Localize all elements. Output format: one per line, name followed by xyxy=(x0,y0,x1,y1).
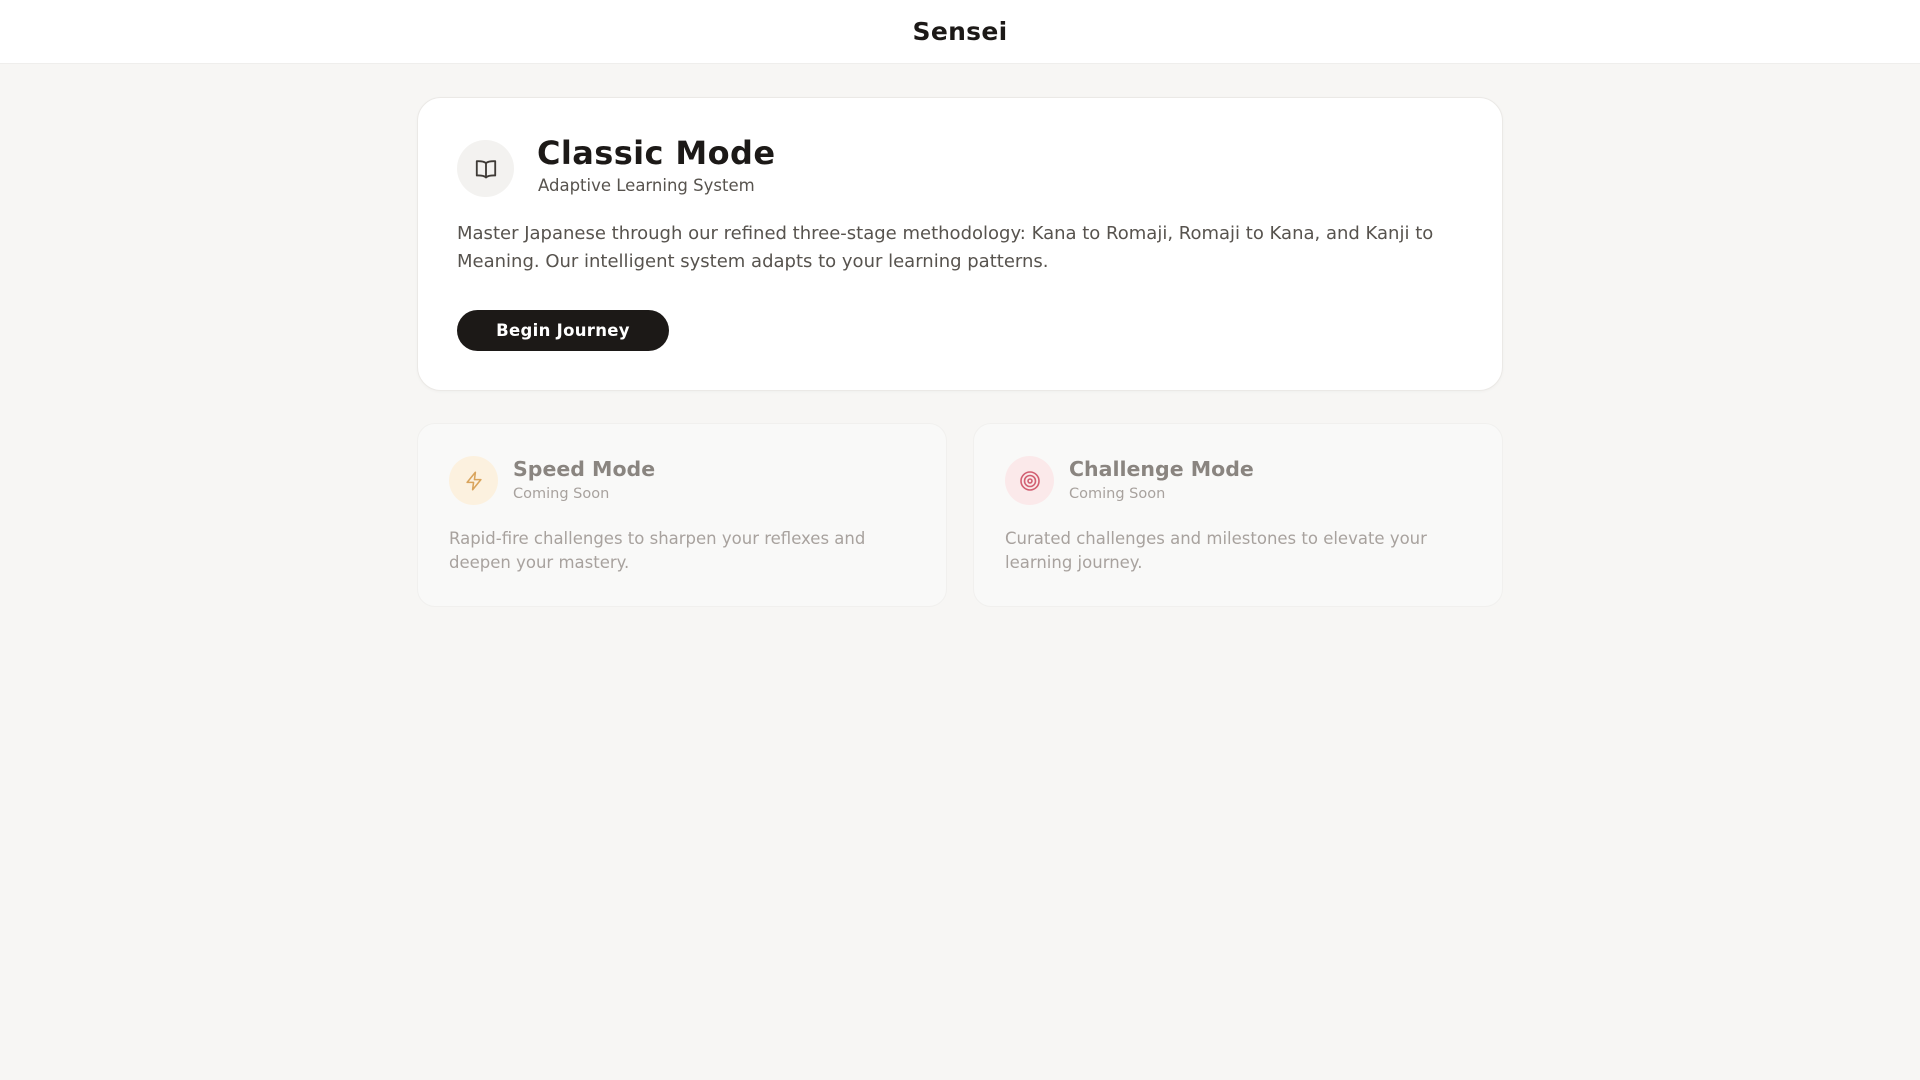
app-title: Sensei xyxy=(912,17,1008,46)
speed-mode-card: Speed Mode Coming Soon Rapid-fire challe… xyxy=(417,423,947,607)
challenge-mode-card: Challenge Mode Coming Soon Curated chall… xyxy=(973,423,1503,607)
challenge-mode-status: Coming Soon xyxy=(1069,486,1166,502)
book-open-icon xyxy=(457,140,514,197)
lightning-icon xyxy=(449,456,498,505)
begin-journey-button[interactable]: Begin Journey xyxy=(457,310,669,351)
classic-mode-description: Master Japanese through our refined thre… xyxy=(457,223,1434,272)
challenge-mode-description: Curated challenges and milestones to ele… xyxy=(1005,529,1427,572)
classic-mode-title: Classic Mode xyxy=(537,134,776,172)
speed-mode-description: Rapid-fire challenges to sharpen your re… xyxy=(449,529,866,572)
speed-mode-status: Coming Soon xyxy=(513,486,610,502)
speed-mode-title: Speed Mode xyxy=(513,457,656,481)
target-icon xyxy=(1005,456,1054,505)
top-bar: Sensei xyxy=(0,0,1920,64)
challenge-mode-title: Challenge Mode xyxy=(1069,457,1254,481)
classic-mode-subtitle: Adaptive Learning System xyxy=(538,176,755,195)
classic-mode-card: Classic Mode Adaptive Learning System Ma… xyxy=(417,97,1503,391)
